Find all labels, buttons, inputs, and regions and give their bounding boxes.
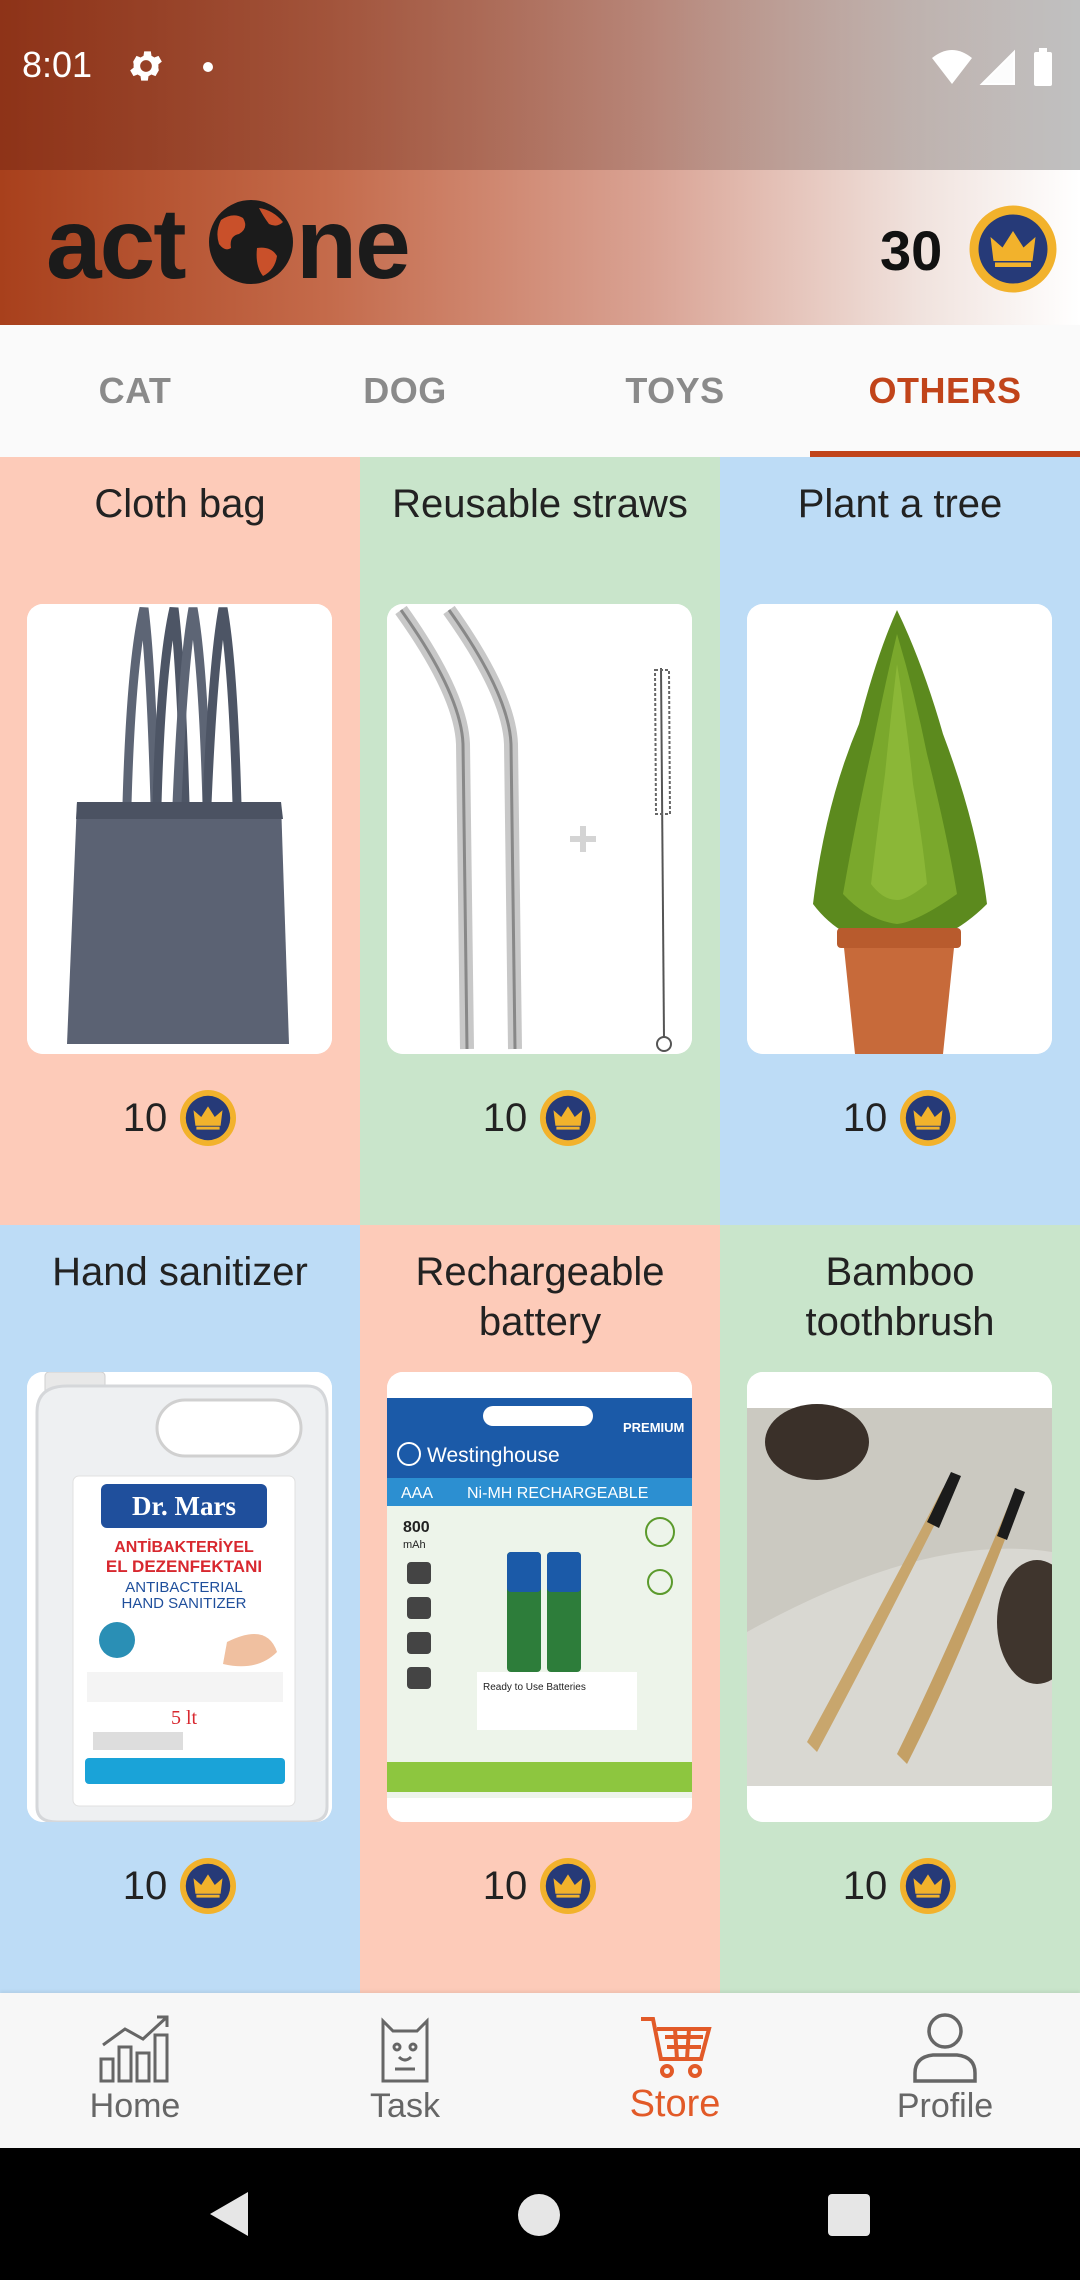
nav-home[interactable]: Home [0,1993,270,2148]
svg-text:5 lt: 5 lt [171,1707,198,1729]
svg-text:EL DEZENFEKTANI: EL DEZENFEKTANI [106,1557,262,1576]
product-card-cloth-bag[interactable]: Cloth bag 10 [0,457,360,1225]
crown-coin-icon [180,1857,237,1915]
price-value: 10 [122,1863,168,1908]
tab-toys[interactable]: TOYS [540,325,810,457]
nav-store[interactable]: Store [540,1993,810,2148]
product-card-bamboo-toothbrush[interactable]: Bamboo toothbrush 10 [720,1225,1080,1993]
svg-text:PREMIUM: PREMIUM [623,1420,684,1435]
product-image-sanitizer: Dr. Mars ANTİBAKTERİYEL EL DEZENFEKTANI … [27,1372,332,1822]
price-value: 10 [122,1095,168,1140]
product-price: 10 [0,1855,360,1917]
back-icon[interactable] [206,2190,252,2238]
product-image-cloth-bag [27,604,332,1054]
crown-coin-icon [540,1089,597,1147]
recents-icon[interactable] [828,2194,870,2236]
svg-text:ANTİBAKTERİYEL: ANTİBAKTERİYEL [114,1538,254,1556]
dot-icon [203,62,213,72]
product-title: Plant a tree [797,482,1003,526]
svg-text:AAA: AAA [401,1485,433,1502]
tab-cat[interactable]: CAT [0,325,270,457]
product-image-battery: Westinghouse PREMIUM AAA Ni-MH RECHARGEA… [387,1372,692,1822]
svg-text:800: 800 [403,1519,430,1536]
product-image-tree [747,604,1052,1054]
task-icon [381,2017,429,2083]
product-price: 10 [720,1087,1080,1149]
cart-icon [641,2017,712,2078]
product-price: 10 [360,1855,720,1917]
system-navigation-bar [0,2148,1080,2280]
product-image-toothbrush [747,1372,1052,1822]
coin-balance: 30 [880,219,943,282]
battery-icon [1034,48,1052,86]
product-image-straws [387,604,692,1054]
price-value: 10 [482,1095,528,1140]
product-price: 10 [360,1087,720,1149]
status-time: 8:01 [22,44,93,85]
crown-coin-icon [540,1857,597,1915]
product-title: Bamboo toothbrush [805,1250,995,1344]
crown-coin-icon[interactable] [968,204,1058,294]
profile-icon [913,2013,977,2083]
price-value: 10 [842,1863,888,1908]
nav-profile[interactable]: Profile [810,1993,1080,2148]
product-price: 10 [0,1087,360,1149]
gear-icon [130,51,162,81]
svg-text:Ni-MH RECHARGEABLE: Ni-MH RECHARGEABLE [467,1485,648,1502]
product-title: Cloth bag [94,482,266,526]
svg-text:Dr. Mars: Dr. Mars [132,1491,236,1521]
product-price: 10 [720,1855,1080,1917]
price-value: 10 [482,1863,528,1908]
price-value: 10 [842,1095,888,1140]
actone-logo: act ne [46,190,411,300]
svg-text:ne: ne [296,190,409,300]
app-header: act ne 30 [0,170,1080,325]
nav-label: Store [629,2083,721,2125]
crown-coin-icon [900,1857,957,1915]
svg-text:act: act [46,190,186,300]
product-card-hand-sanitizer[interactable]: Hand sanitizer Dr. Mars ANTİBAKTERİYEL E… [0,1225,360,1993]
bottom-navigation: Home Task Store Profile [0,1993,1080,2148]
svg-text:HAND SANITIZER: HAND SANITIZER [121,1595,246,1612]
nav-label: Task [370,2087,440,2125]
product-title: Hand sanitizer [52,1250,308,1294]
product-card-reusable-straws[interactable]: Reusable straws 10 [360,457,720,1225]
svg-text:mAh: mAh [403,1539,426,1551]
product-title: Rechargeable battery [415,1250,665,1344]
category-tabs: CAT DOG TOYS OTHERS [0,325,1080,457]
status-bar: 8:01 [0,0,1080,140]
nav-label: Profile [896,2087,994,2125]
svg-text:ANTIBACTERIAL: ANTIBACTERIAL [125,1579,243,1596]
tab-dog[interactable]: DOG [270,325,540,457]
product-title: Reusable straws [392,482,688,526]
signal-icon [979,49,1015,85]
product-grid: Cloth bag 10 Reusable straws 10 Plant a … [0,457,1080,1993]
tab-others[interactable]: OTHERS [810,325,1080,457]
product-card-rechargeable-battery[interactable]: Rechargeable battery Westinghouse PREMIU… [360,1225,720,1993]
product-card-plant-a-tree[interactable]: Plant a tree 10 [720,457,1080,1225]
crown-coin-icon [900,1089,957,1147]
crown-coin-icon [180,1089,237,1147]
system-status-icons [932,48,1052,86]
nav-task[interactable]: Task [270,1993,540,2148]
svg-text:Westinghouse: Westinghouse [427,1444,560,1467]
home-icon[interactable] [518,2194,560,2236]
chart-icon [99,2015,169,2083]
nav-label: Home [89,2087,181,2125]
svg-text:Ready to Use Batteries: Ready to Use Batteries [483,1682,586,1693]
wifi-icon [932,50,972,84]
